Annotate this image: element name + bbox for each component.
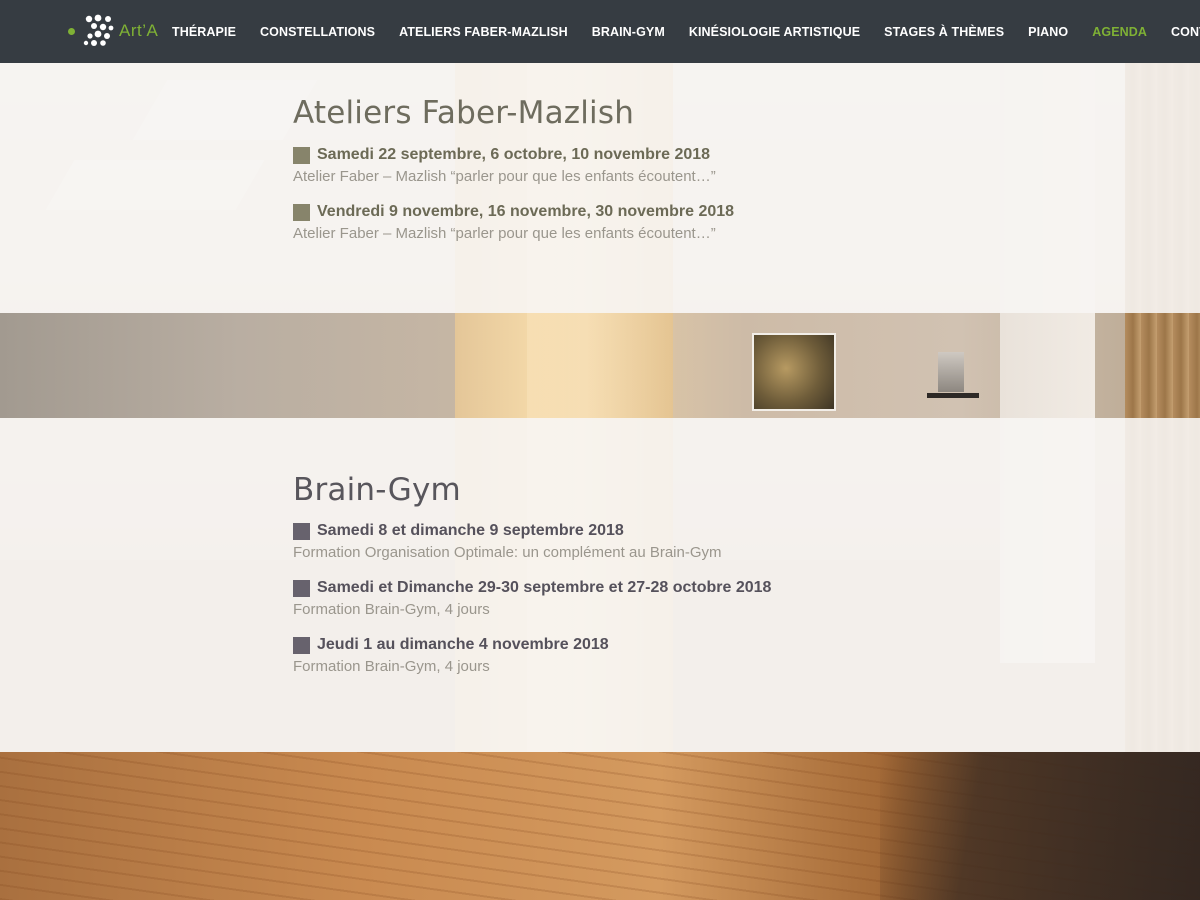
site-header: Art’A THÉRAPIE CONSTELLATIONS ATELIERS F… xyxy=(0,0,1200,63)
nav-item-stages-a-themes[interactable]: STAGES À THÈMES xyxy=(872,25,1016,39)
site-logo[interactable]: Art’A xyxy=(68,14,158,48)
event-date-row: Jeudi 1 au dimanche 4 novembre 2018 xyxy=(293,636,933,654)
logo-text: Art’A xyxy=(119,21,159,40)
event-date: Samedi et Dimanche 29-30 septembre et 27… xyxy=(317,579,772,596)
event-description: Formation Brain-Gym, 4 jours xyxy=(293,601,490,618)
background-speaker xyxy=(938,352,964,392)
event-description: Formation Brain-Gym, 4 jours xyxy=(293,658,490,675)
event-date: Jeudi 1 au dimanche 4 novembre 2018 xyxy=(317,636,609,653)
nav-item-brain-gym[interactable]: BRAIN-GYM xyxy=(580,25,677,39)
event-item: Jeudi 1 au dimanche 4 novembre 2018 Form… xyxy=(293,636,933,675)
event-item: Samedi 22 septembre, 6 octobre, 10 novem… xyxy=(293,146,933,185)
event-description: Formation Organisation Optimale: un comp… xyxy=(293,544,722,561)
nav-item-contact[interactable]: CONTACT xyxy=(1159,25,1200,39)
event-date: Samedi 22 septembre, 6 octobre, 10 novem… xyxy=(317,146,711,163)
nav-item-agenda[interactable]: AGENDA xyxy=(1080,25,1159,39)
square-bullet-icon xyxy=(293,579,310,597)
square-bullet-icon xyxy=(293,203,310,221)
section-brain-gym: Brain-Gym Samedi 8 et dimanche 9 septemb… xyxy=(0,418,1200,752)
section-title: Brain-Gym xyxy=(293,472,461,508)
section-title: Ateliers Faber-Mazlish xyxy=(293,95,635,131)
event-date-row: Samedi 8 et dimanche 9 septembre 2018 xyxy=(293,522,933,540)
event-item: Vendredi 9 novembre, 16 novembre, 30 nov… xyxy=(293,203,933,242)
event-date: Samedi 8 et dimanche 9 septembre 2018 xyxy=(317,522,624,539)
nav-item-ateliers-faber-mazlish[interactable]: ATELIERS FABER-MAZLISH xyxy=(387,25,580,39)
event-description: Atelier Faber – Mazlish “parler pour que… xyxy=(293,225,716,242)
main-nav: THÉRAPIE CONSTELLATIONS ATELIERS FABER-M… xyxy=(160,0,1200,63)
background-shelf xyxy=(927,393,979,398)
square-bullet-icon xyxy=(293,522,310,540)
background-floor-shadow xyxy=(880,752,1200,900)
logo-dot-icon xyxy=(68,27,75,35)
nav-item-constellations[interactable]: CONSTELLATIONS xyxy=(248,25,387,39)
square-bullet-icon xyxy=(293,146,310,164)
background-painting xyxy=(752,333,836,411)
event-date-row: Samedi 22 septembre, 6 octobre, 10 novem… xyxy=(293,146,933,164)
nav-item-therapie[interactable]: THÉRAPIE xyxy=(160,25,248,39)
event-item: Samedi et Dimanche 29-30 septembre et 27… xyxy=(293,579,933,618)
event-description: Atelier Faber – Mazlish “parler pour que… xyxy=(293,168,716,185)
nav-item-piano[interactable]: PIANO xyxy=(1016,25,1080,39)
event-date-row: Vendredi 9 novembre, 16 novembre, 30 nov… xyxy=(293,203,933,221)
event-date: Vendredi 9 novembre, 16 novembre, 30 nov… xyxy=(317,203,735,220)
square-bullet-icon xyxy=(293,636,310,654)
event-date-row: Samedi et Dimanche 29-30 septembre et 27… xyxy=(293,579,933,597)
nav-item-kinesiologie-artistique[interactable]: KINÉSIOLOGIE ARTISTIQUE xyxy=(677,25,872,39)
event-item: Samedi 8 et dimanche 9 septembre 2018 Fo… xyxy=(293,522,933,561)
section-faber-mazlish: Ateliers Faber-Mazlish Samedi 22 septemb… xyxy=(0,63,1200,313)
logo-mark-icon xyxy=(83,14,114,46)
